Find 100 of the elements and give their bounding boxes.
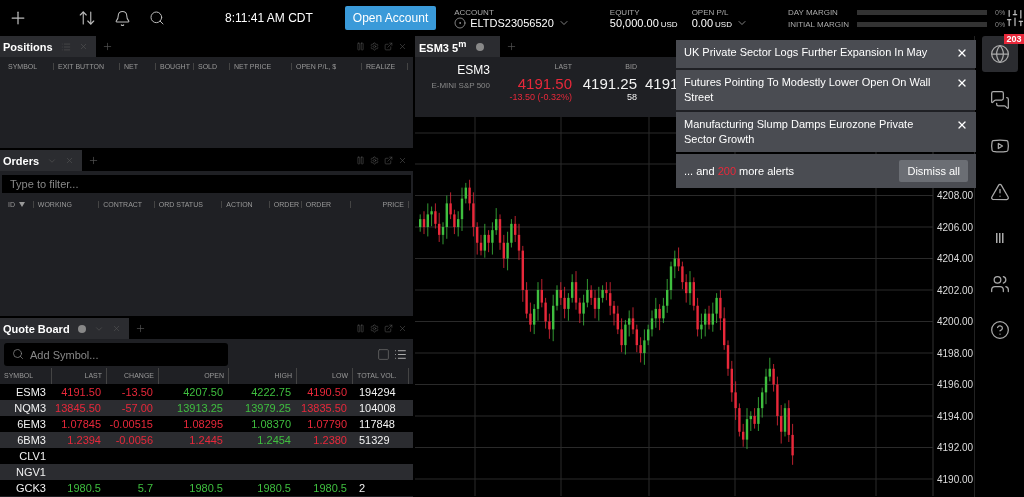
panel-title: Quote Board <box>3 322 70 335</box>
quote-cell: -0.0056 <box>115 433 153 447</box>
table-row[interactable]: GCK3 1980.5 5.7 1980.5 1980.5 1980.5 2 <box>0 480 413 496</box>
price-label: 4198.00 <box>937 347 973 359</box>
bars-icon <box>995 233 1004 243</box>
panel-tab[interactable]: Orders <box>0 150 83 171</box>
close-icon <box>398 156 407 165</box>
quote-cell: 4222.75 <box>251 385 291 399</box>
pop-out-icon <box>384 324 393 333</box>
plus-icon <box>101 41 113 52</box>
close-icon <box>398 42 407 51</box>
equity-label: EQUITY <box>609 7 641 17</box>
table-row[interactable]: 6EM3 1.07845 -0.00515 1.08295 1.08370 1.07790 117848 <box>0 416 413 432</box>
quote-cell: -0.00515 <box>109 417 153 431</box>
help-icon <box>989 320 1010 340</box>
quote-cell: 104008 <box>359 401 396 415</box>
quote-cell: 13913.25 <box>177 401 223 415</box>
close-icon <box>956 77 968 89</box>
open-pl-label: OPEN P/L <box>691 7 730 17</box>
plus-icon <box>506 41 517 52</box>
symbol-search-field[interactable]: Add Symbol... <box>4 343 228 366</box>
chart-tab[interactable]: ESM3 5$^{m}$ <box>415 36 500 57</box>
warning-icon <box>989 182 1010 202</box>
quote-cell: 1.08370 <box>251 417 291 431</box>
settings-sliders-button[interactable] <box>1005 8 1024 28</box>
table-row[interactable]: NQM3 13845.50 -57.00 13913.25 13979.25 13835.50 104008 <box>0 400 413 416</box>
search-button[interactable] <box>149 10 165 26</box>
quote-cell: 1980.5 <box>189 481 223 495</box>
table-row[interactable]: NGV1 <box>0 464 413 480</box>
quote-cell: 117848 <box>359 417 395 431</box>
plus-icon <box>134 323 146 334</box>
plus-icon <box>88 155 100 166</box>
filter-field[interactable]: Type to filter... <box>2 175 411 193</box>
equity-value: 50,000.00 USD <box>609 16 678 29</box>
account-number: ELTDS23056520 <box>470 16 554 29</box>
table-row[interactable]: CLV1 <box>0 448 413 464</box>
quote-cell: 1980.5 <box>257 481 291 495</box>
quote-cell: 1980.5 <box>313 481 347 495</box>
price-label: 4196.00 <box>937 379 973 390</box>
transfer-button[interactable] <box>78 9 96 27</box>
list-view-icon <box>394 348 407 361</box>
chart-tab-title: ESM3 5$^{m}$ <box>419 39 467 54</box>
account-label: ACCOUNT <box>454 7 495 17</box>
price-label: 4208.00 <box>937 190 973 201</box>
symbol-cell: 6BM3 <box>17 433 46 447</box>
quote-value: 4191.25 <box>582 75 637 92</box>
close-icon <box>398 324 407 333</box>
globe-icon <box>989 44 1010 64</box>
people-icon <box>989 274 1010 294</box>
panel-tab[interactable]: Positions <box>0 36 96 57</box>
settings-icon <box>370 324 379 333</box>
search-icon <box>12 348 24 360</box>
price-label: 4194.00 <box>937 410 973 422</box>
price-label: 4200.00 <box>937 316 973 327</box>
pop-out-icon <box>384 156 393 165</box>
table-row[interactable]: ESM3 4191.50 -13.50 4207.50 4222.75 4190.50 194294 <box>0 384 413 400</box>
arrows-up-down-icon <box>78 9 96 27</box>
symbol-cell: CLV1 <box>19 449 46 463</box>
clock-time: 8:11:41 AM CDT <box>225 11 313 25</box>
dismiss-all-button[interactable]: Dismiss all <box>899 160 968 182</box>
bell-icon <box>114 9 131 27</box>
quote-cell: 1.2445 <box>189 433 223 447</box>
panel-title: Orders <box>3 154 40 167</box>
quote-cell: 51329 <box>359 433 390 447</box>
quote-cell: -57.00 <box>121 401 153 415</box>
quote-cell: 194294 <box>359 385 396 399</box>
quote-value: 4191 <box>645 75 679 92</box>
quote-cell: 4190.50 <box>307 385 347 399</box>
quote-cell: 5.7 <box>137 481 153 495</box>
panel-tab[interactable]: Quote Board <box>0 318 129 339</box>
chat-icon <box>989 90 1010 110</box>
symbol-cell: ESM3 <box>16 385 46 399</box>
margin-label: INITIAL MARGIN <box>787 19 849 29</box>
pause-icon <box>356 156 365 165</box>
pause-icon <box>356 42 365 51</box>
quote-cell: 1.2394 <box>67 433 101 447</box>
panel-title: Positions <box>3 40 53 53</box>
alert-text: Futures Pointing To Modestly Lower Open On Wall Street <box>684 75 932 105</box>
chart-symbol: ESM3 <box>457 63 490 77</box>
quote-cell: 13835.50 <box>301 401 347 415</box>
sliders-icon <box>1005 8 1024 28</box>
quote-cell: 4207.50 <box>183 385 223 399</box>
quote-cell: 4191.50 <box>61 385 101 399</box>
quote-cell: 13845.50 <box>55 401 101 415</box>
table-row[interactable]: 6BM3 1.2394 -0.0056 1.2445 1.2454 1.2380 51329 <box>0 432 413 448</box>
quote-cell: 2 <box>359 481 366 495</box>
price-label: 4206.00 <box>937 221 973 233</box>
sort-down-icon <box>19 201 25 207</box>
quote-cell: 1.08295 <box>183 417 223 431</box>
quote-cell: 1.07790 <box>307 417 347 431</box>
symbol-cell: NGV1 <box>16 465 46 479</box>
pop-out-icon <box>384 42 393 51</box>
settings-icon <box>370 156 379 165</box>
settings-icon <box>370 42 379 51</box>
price-label: 4192.00 <box>937 442 973 453</box>
price-label: 4190.00 <box>937 473 973 485</box>
notifications-button[interactable] <box>114 9 131 27</box>
grid-view-icon <box>377 348 390 361</box>
quote-detail: 58 <box>627 92 637 102</box>
price-label: 4204.00 <box>937 253 973 264</box>
